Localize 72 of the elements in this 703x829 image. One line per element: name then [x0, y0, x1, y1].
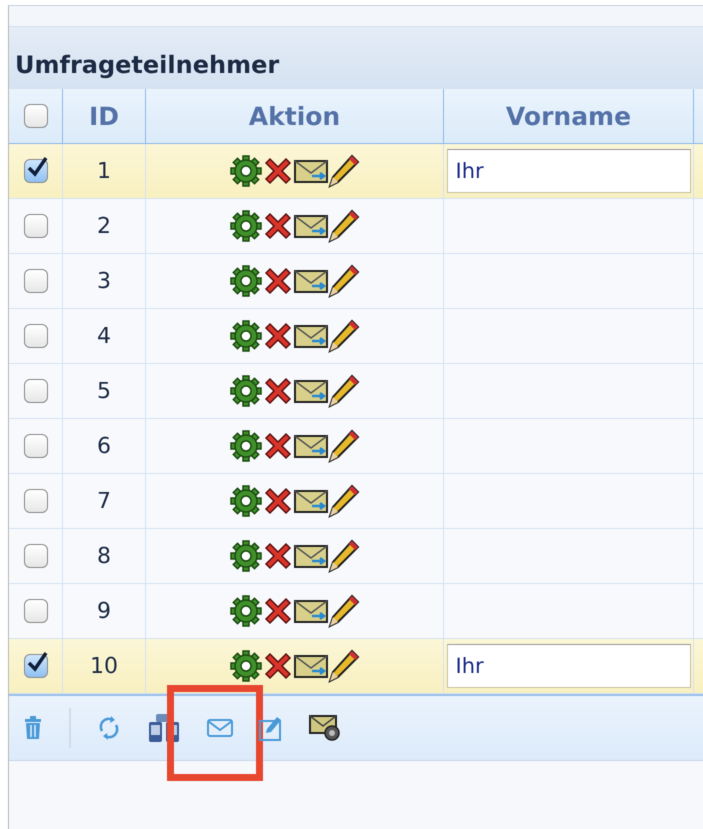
row-checkbox[interactable]	[24, 379, 48, 403]
table-row[interactable]: 1 Ihr	[9, 144, 703, 199]
row-checkbox[interactable]	[24, 599, 48, 623]
id-cell: 3	[97, 268, 111, 294]
id-cell: 2	[97, 214, 111, 238]
id-cell: 6	[97, 434, 111, 458]
mail-icon[interactable]	[294, 597, 328, 625]
table-row[interactable]: 6	[9, 419, 703, 474]
first-name-field[interactable]: Ihr	[446, 149, 690, 193]
mail-icon[interactable]	[294, 432, 328, 460]
gear-icon[interactable]	[230, 430, 262, 462]
row-checkbox[interactable]	[24, 434, 48, 458]
column-header[interactable]: Vorname	[506, 102, 632, 130]
gear-icon[interactable]	[230, 375, 262, 407]
mail-icon[interactable]	[294, 267, 328, 295]
table-row[interactable]: 8	[9, 529, 703, 584]
select-all-checkbox[interactable]	[24, 104, 48, 128]
table-row[interactable]: 7	[9, 474, 703, 529]
trash-icon[interactable]	[23, 716, 43, 740]
id-cell: 7	[97, 488, 111, 514]
gear-icon[interactable]	[230, 540, 262, 572]
pencil-icon[interactable]	[328, 374, 360, 408]
id-cell: 9	[97, 598, 111, 624]
mail-icon[interactable]	[294, 377, 328, 405]
row-checkbox[interactable]	[24, 324, 48, 348]
table-row[interactable]: 10 Ihr	[9, 639, 703, 694]
mail-icon[interactable]	[294, 487, 328, 515]
mail-icon[interactable]	[294, 542, 328, 570]
gear-icon[interactable]	[230, 210, 262, 242]
binoculars-icon[interactable]	[147, 713, 181, 743]
pencil-icon[interactable]	[328, 594, 360, 628]
gear-icon[interactable]	[230, 265, 262, 297]
gear-icon[interactable]	[230, 320, 262, 352]
gear-icon[interactable]	[230, 485, 262, 517]
pencil-icon[interactable]	[328, 319, 360, 353]
table-row[interactable]: 5	[9, 364, 703, 419]
pencil-icon[interactable]	[328, 649, 360, 683]
gear-icon[interactable]	[230, 650, 262, 682]
gear-icon[interactable]	[230, 155, 262, 187]
mail-icon[interactable]	[294, 157, 328, 185]
row-checkbox[interactable]	[24, 214, 48, 238]
pencil-icon[interactable]	[328, 539, 360, 573]
id-cell: 8	[97, 544, 111, 568]
row-checkbox[interactable]	[24, 489, 48, 513]
mail-icon[interactable]	[294, 212, 328, 240]
pencil-icon[interactable]	[328, 264, 360, 298]
first-name-field[interactable]: Ihr	[446, 644, 690, 688]
id-cell: 10	[90, 654, 118, 678]
row-checkbox[interactable]	[24, 269, 48, 293]
row-checkbox[interactable]	[24, 654, 48, 678]
pencil-icon[interactable]	[328, 484, 360, 518]
mail-icon[interactable]	[294, 652, 328, 680]
column-header[interactable]: ID	[88, 102, 120, 130]
table-row[interactable]: 9	[9, 584, 703, 639]
column-header[interactable]: Aktion	[248, 102, 340, 130]
mail-settings-icon[interactable]	[309, 715, 341, 741]
pencil-icon[interactable]	[328, 429, 360, 463]
table-row[interactable]: 2	[9, 199, 703, 254]
panel-title: Umfrageteilnehmer	[15, 51, 280, 79]
row-checkbox[interactable]	[24, 544, 48, 568]
id-cell: 5	[97, 378, 111, 404]
table-row[interactable]: 4	[9, 309, 703, 364]
id-cell: 4	[97, 324, 111, 348]
mail-icon[interactable]	[294, 322, 328, 350]
gear-icon[interactable]	[230, 595, 262, 627]
refresh-icon[interactable]	[97, 715, 121, 741]
id-cell: 1	[97, 158, 111, 184]
document-edit-icon[interactable]	[259, 715, 283, 741]
table-row[interactable]: 3	[9, 254, 703, 309]
row-checkbox[interactable]	[24, 159, 48, 183]
pencil-icon[interactable]	[328, 154, 360, 188]
pencil-icon[interactable]	[328, 209, 360, 243]
